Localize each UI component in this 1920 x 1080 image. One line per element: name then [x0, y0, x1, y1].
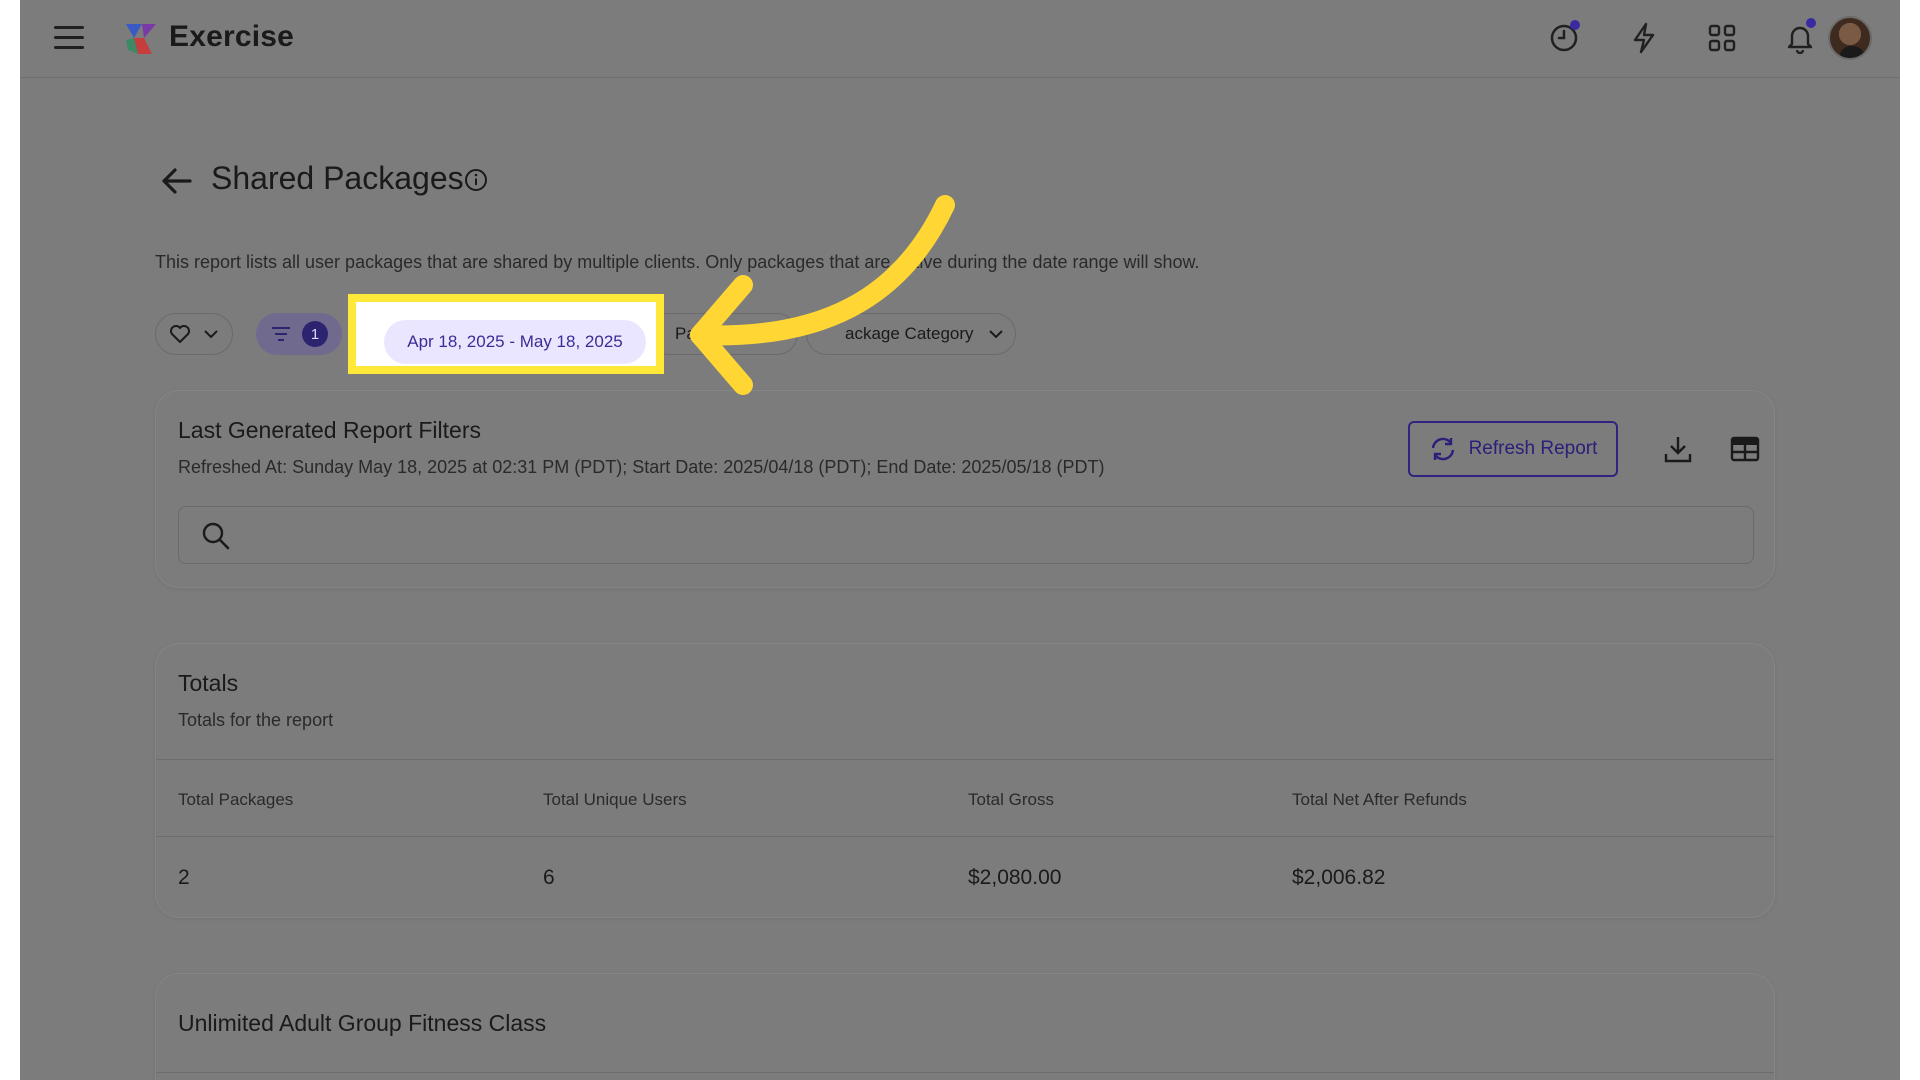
- totals-subtitle: Totals for the report: [178, 710, 334, 730]
- table-cell: 2: [178, 866, 190, 889]
- table-view-icon[interactable]: [1725, 429, 1765, 469]
- heart-icon: [170, 325, 190, 343]
- refresh-report-button[interactable]: Refresh Report: [1408, 421, 1618, 477]
- last-generated-card: Last Generated Report Filters Refreshed …: [155, 390, 1775, 588]
- report-description: This report lists all user packages that…: [155, 252, 1200, 272]
- refresh-report-label: Refresh Report: [1468, 438, 1598, 459]
- column-header: Total Packages: [178, 790, 294, 809]
- package-section-title: Unlimited Adult Group Fitness Class: [178, 1010, 547, 1036]
- report-search-input[interactable]: [243, 517, 1733, 553]
- package-category-label: ackage Category: [845, 324, 974, 343]
- table-cell: $2,006.82: [1292, 866, 1386, 889]
- app-title: Exercise: [169, 20, 295, 53]
- chevron-down-icon: [988, 330, 1003, 339]
- bell-icon[interactable]: [1780, 18, 1820, 58]
- back-arrow-icon[interactable]: [160, 166, 194, 196]
- last-generated-details: Refreshed At: Sunday May 18, 2025 at 02:…: [178, 457, 1105, 477]
- filter-icon: [272, 327, 290, 341]
- totals-card: Totals Totals for the report Total Packa…: [155, 643, 1775, 918]
- apps-grid-icon[interactable]: [1702, 18, 1742, 58]
- search-icon: [202, 522, 230, 550]
- lightning-icon[interactable]: [1624, 18, 1664, 58]
- date-range-highlight: Apr 18, 2025 - May 18, 2025: [348, 294, 664, 374]
- column-header: Total Net After Refunds: [1292, 790, 1467, 809]
- last-generated-title: Last Generated Report Filters: [178, 417, 481, 443]
- totals-title: Totals: [178, 670, 239, 696]
- app-window: Exercise Shared Packages This report lis…: [20, 0, 1900, 1080]
- table-cell: $2,080.00: [968, 866, 1062, 889]
- download-icon[interactable]: [1658, 429, 1698, 469]
- menu-icon[interactable]: [54, 26, 84, 50]
- history-icon[interactable]: [1544, 18, 1584, 58]
- filters-button[interactable]: 1: [256, 313, 342, 355]
- info-icon[interactable]: [464, 168, 488, 192]
- column-header: Total Unique Users: [543, 790, 687, 809]
- report-search-box[interactable]: [178, 506, 1754, 564]
- app-logo: [126, 24, 156, 54]
- package-filter-pill[interactable]: Pa: [648, 313, 798, 355]
- page-title: Shared Packages: [211, 160, 464, 196]
- package-category-dropdown[interactable]: ackage Category: [806, 313, 1016, 355]
- favorites-dropdown[interactable]: [155, 313, 233, 355]
- chevron-down-icon: [204, 330, 218, 339]
- user-avatar[interactable]: [1828, 16, 1872, 60]
- filter-count-badge: 1: [302, 321, 328, 347]
- date-range-pill[interactable]: Apr 18, 2025 - May 18, 2025: [384, 320, 646, 364]
- table-cell: 6: [543, 866, 555, 889]
- top-bar: Exercise: [20, 0, 1900, 78]
- totals-table-header: Total Packages Total Unique Users Total …: [156, 759, 1774, 837]
- refresh-icon: [1431, 437, 1454, 461]
- package-filter-label: Pa: [675, 324, 696, 343]
- notification-dot: [1570, 20, 1580, 30]
- column-header: Total Gross: [968, 790, 1054, 809]
- package-section-card: Unlimited Adult Group Fitness Class: [155, 973, 1775, 1080]
- notification-dot: [1806, 18, 1816, 28]
- divider: [156, 1072, 1774, 1073]
